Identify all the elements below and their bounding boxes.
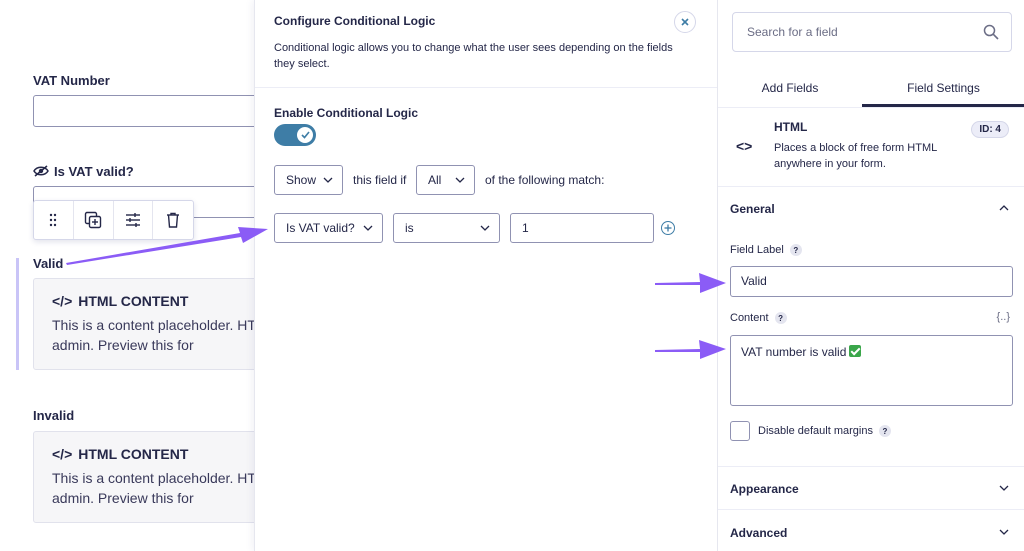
field-label-input[interactable]: Valid: [730, 266, 1013, 297]
field-label-label: Field Label: [730, 244, 784, 256]
action-select[interactable]: Show: [274, 165, 343, 195]
field-type-info: <> HTML Places a block of free form HTML…: [718, 108, 1024, 187]
field-toolbar: [33, 200, 194, 240]
tab-field-settings[interactable]: Field Settings: [862, 70, 1024, 107]
valid-html-block[interactable]: </> HTML CONTENT This is a content place…: [33, 278, 254, 370]
following-match-text: of the following match:: [485, 173, 605, 187]
content-label: Content: [730, 312, 769, 324]
form-canvas: VAT Number Is VAT valid? Valid </> HTML …: [0, 0, 254, 551]
chevron-down-icon: [999, 485, 1009, 491]
enable-logic-label: Enable Conditional Logic: [274, 106, 418, 120]
chevron-down-icon: [323, 177, 333, 183]
code-icon: <>: [736, 138, 753, 154]
panel-title: Configure Conditional Logic: [274, 14, 436, 28]
vat-number-input[interactable]: [33, 95, 254, 127]
html-block-title: HTML CONTENT: [78, 293, 189, 309]
this-field-if-text: this field if: [353, 173, 407, 187]
valid-field-label: Valid: [33, 256, 64, 271]
panel-description: Conditional logic allows you to change w…: [274, 42, 673, 70]
content-textarea[interactable]: VAT number is valid: [730, 335, 1013, 406]
settings-sliders-icon[interactable]: [114, 201, 154, 239]
is-vat-valid-label: Is VAT valid?: [54, 164, 134, 179]
search-icon: [983, 24, 999, 40]
check-mark-icon: [849, 345, 862, 357]
match-select[interactable]: All: [416, 165, 475, 195]
chevron-up-icon: [999, 205, 1009, 211]
field-type-name: HTML: [774, 120, 808, 134]
disable-margins-checkbox[interactable]: [730, 421, 750, 441]
selected-field-indicator: [16, 258, 19, 370]
help-icon[interactable]: ?: [789, 244, 802, 256]
check-icon: [300, 131, 310, 139]
close-button[interactable]: [674, 11, 696, 33]
chevron-down-icon: [455, 177, 465, 183]
plus-icon: [664, 224, 672, 232]
disable-margins-label: Disable default margins: [758, 425, 873, 437]
chevron-down-icon: [363, 225, 373, 231]
add-rule-button[interactable]: [661, 221, 675, 235]
merge-tag-icon[interactable]: {..}: [997, 311, 1010, 323]
vat-number-label: VAT Number: [33, 73, 110, 88]
general-section-header[interactable]: General: [718, 187, 1024, 231]
rule-field-select[interactable]: Is VAT valid?: [274, 213, 383, 243]
trash-icon[interactable]: [153, 201, 193, 239]
field-id-badge: ID: 4: [971, 121, 1009, 138]
field-search-input[interactable]: Search for a field: [732, 12, 1012, 52]
chevron-down-icon: [999, 529, 1009, 535]
field-type-description: Places a block of free form HTML anywher…: [774, 142, 937, 170]
html-block-text: This is a content placeholder. HT the fo…: [52, 317, 254, 353]
chevron-down-icon: [480, 225, 490, 231]
eye-slash-icon: [33, 165, 49, 177]
code-icon: </>: [52, 446, 73, 462]
duplicate-icon[interactable]: [74, 201, 114, 239]
code-icon: </>: [52, 293, 73, 309]
tab-add-fields[interactable]: Add Fields: [718, 70, 862, 107]
html-block-title: HTML CONTENT: [78, 446, 189, 462]
invalid-field-label: Invalid: [33, 408, 75, 423]
rule-operator-select[interactable]: is: [393, 213, 500, 243]
conditional-logic-panel: Configure Conditional Logic Conditional …: [254, 0, 717, 551]
rule-value-input[interactable]: 1: [510, 213, 654, 243]
help-icon[interactable]: ?: [878, 425, 891, 437]
sidebar-tabs: Add Fields Field Settings: [718, 70, 1024, 108]
settings-sidebar: Search for a field Add Fields Field Sett…: [717, 0, 1024, 551]
enable-logic-toggle[interactable]: [274, 124, 316, 146]
invalid-html-block[interactable]: </> HTML CONTENT This is a content place…: [33, 431, 254, 523]
close-icon: [681, 18, 689, 26]
html-block-text: This is a content placeholder. HT the fo…: [52, 470, 254, 506]
appearance-section-header[interactable]: Appearance: [718, 466, 1024, 510]
help-icon[interactable]: ?: [774, 312, 787, 324]
drag-handle-icon[interactable]: [34, 201, 74, 239]
advanced-section-header[interactable]: Advanced: [718, 511, 1024, 551]
